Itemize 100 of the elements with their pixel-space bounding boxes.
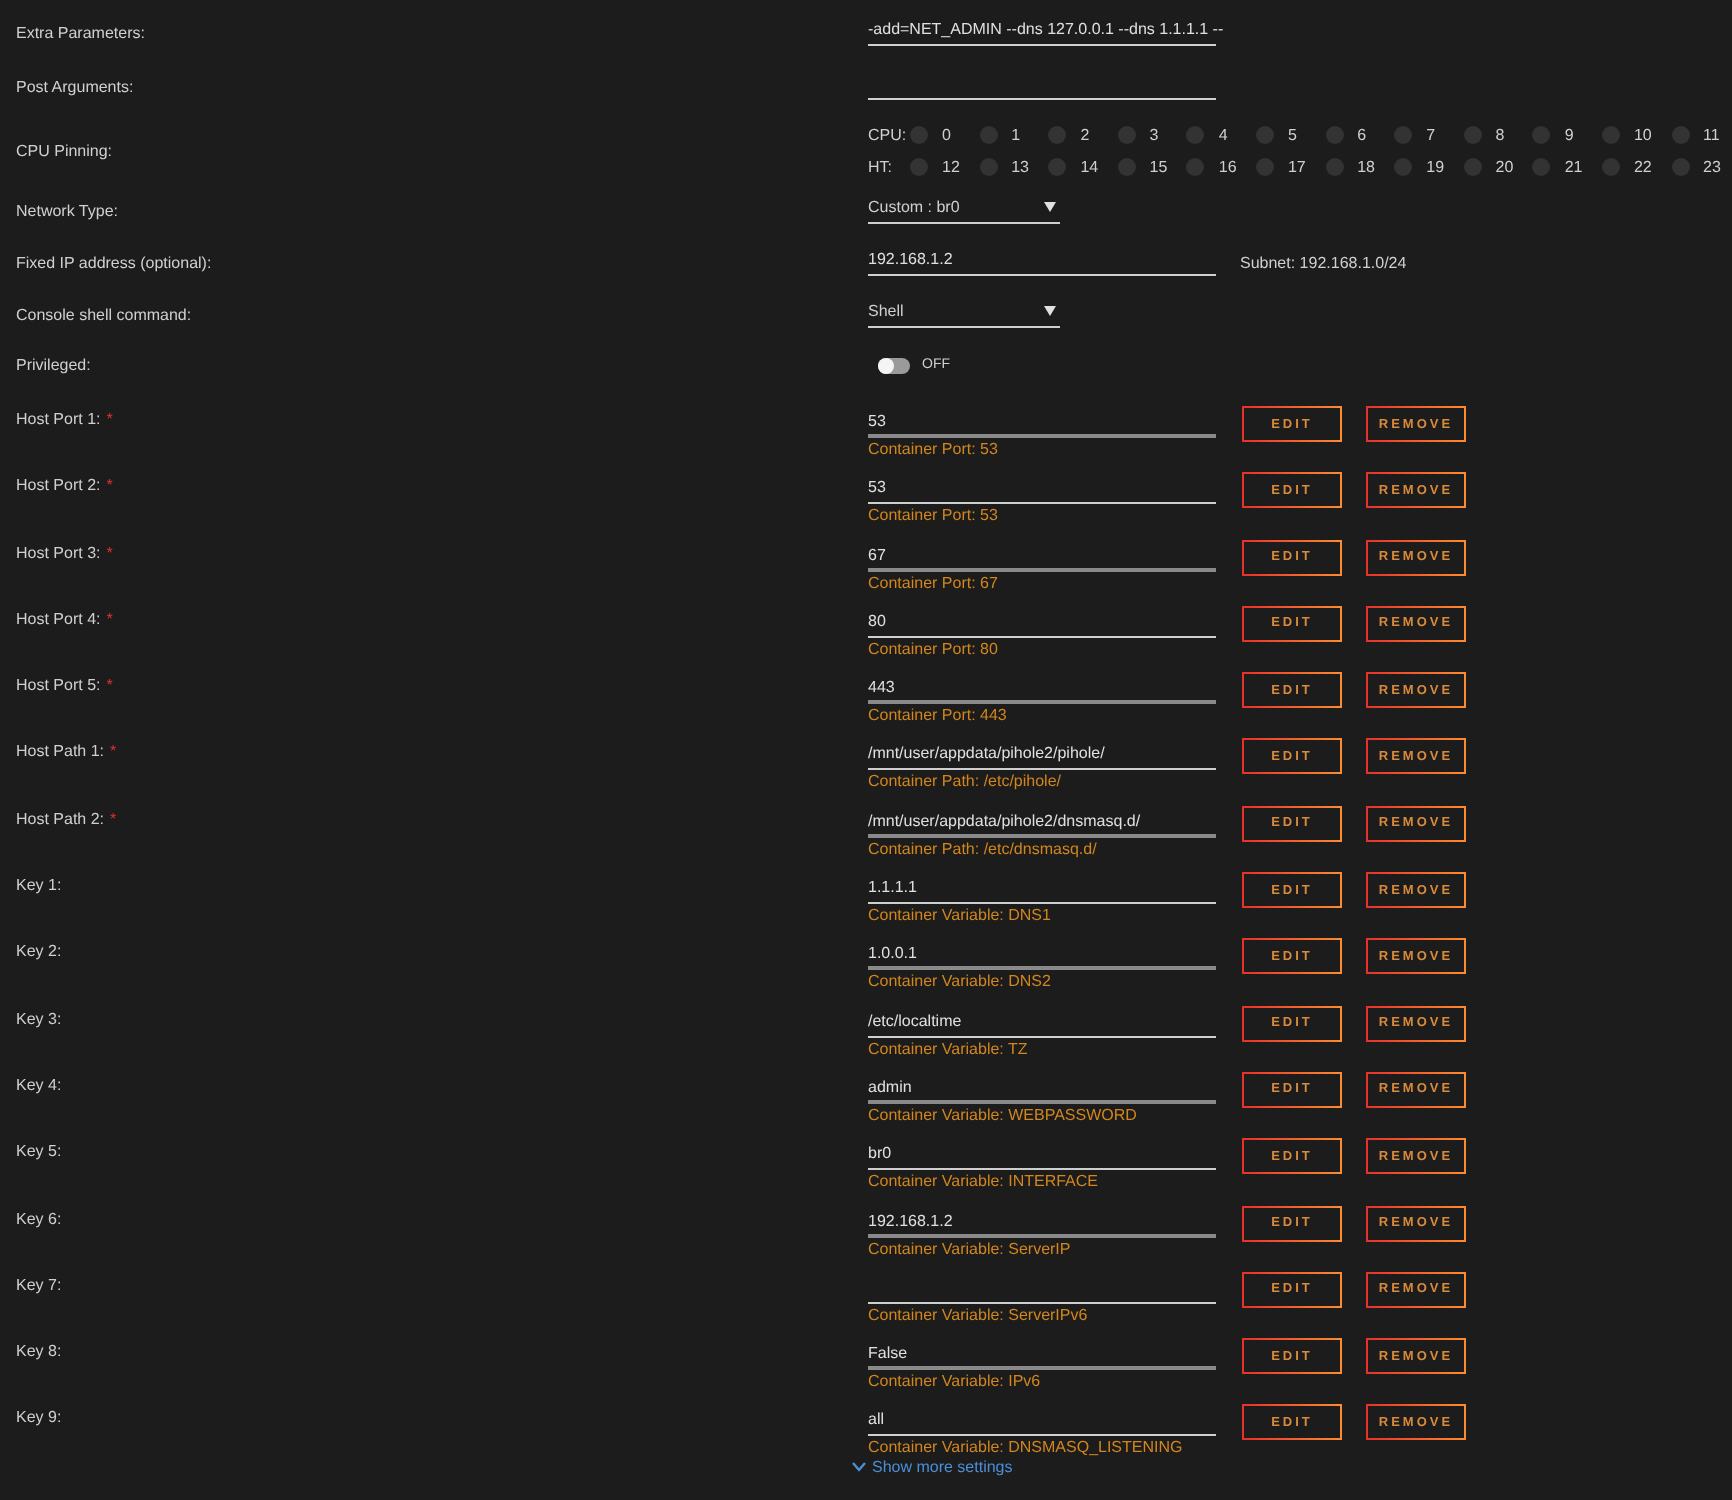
core-checkbox[interactable] [1394,125,1413,143]
text-field[interactable]: 1.1.1.1 [868,878,1216,905]
core-number: 19 [1426,157,1445,175]
core-number: 6 [1357,125,1367,143]
field-label: Fixed IP address (optional): [16,254,214,272]
core-number: 5 [1287,125,1297,143]
text-field[interactable]: 67 [868,545,1216,572]
text-field[interactable]: 443 [868,678,1216,705]
text-field[interactable]: 80 [868,611,1216,638]
field-description: Container Variable: WEBPASSWORD [868,1105,1139,1124]
core-checkbox[interactable] [1601,157,1620,175]
core-number: 20 [1495,157,1514,175]
subnet-note: Subnet: 192.168.1.0/24 [1240,254,1407,272]
field-label: Network Type: [16,202,120,220]
field-description: Container Variable: DNS2 [868,972,1053,991]
field-description: Container Variable: ServerIP [868,1239,1073,1258]
core-number: 11 [1703,125,1720,143]
field-description: Container Port: 53 [868,440,1000,458]
core-number: 17 [1287,157,1306,175]
field-description: Container Variable: DNS1 [868,906,1053,925]
chevron-down-icon [852,1461,866,1472]
core-checkbox[interactable] [1325,157,1344,175]
core-checkbox[interactable] [1394,157,1413,175]
field-label: Extra Parameters: [16,24,147,42]
toggle-switch[interactable] [878,357,910,373]
text-field[interactable]: 53 [868,412,1216,438]
field-label: Host Port 4: * [16,607,115,632]
field-description: Container Port: 443 [868,706,1009,725]
core-checkbox[interactable] [1463,157,1482,175]
text-field[interactable]: br0 [868,1144,1216,1171]
core-checkbox[interactable] [1532,157,1551,175]
core-checkbox[interactable] [1532,125,1551,143]
text-field[interactable]: /mnt/user/appdata/pihole2/pihole/ [868,744,1216,771]
core-checkbox[interactable] [979,157,998,175]
field-description: Container Variable: IPv6 [868,1372,1043,1391]
core-number: 4 [1218,125,1228,143]
field-label: Host Port 5: * [16,674,115,699]
core-checkbox[interactable] [1255,157,1274,175]
field-label: Key 8: [16,1340,64,1365]
core-checkbox[interactable] [1671,125,1690,143]
field-label: Console shell command: [16,306,194,324]
field-label: Key 5: [16,1140,64,1165]
core-number: 13 [1011,157,1029,175]
field-description: Container Path: /etc/pihole/ [868,772,1064,791]
core-number: 3 [1149,125,1159,143]
field-label: Host Path 2: * [16,807,119,832]
text-field[interactable]: /etc/localtime [868,1011,1216,1038]
field-label: Privileged: [16,356,93,374]
text-field[interactable]: 192.168.1.2 [868,250,1216,276]
core-checkbox[interactable] [1601,125,1620,143]
dropdown[interactable]: Custom : br0 [868,198,1060,224]
core-checkbox[interactable] [1048,125,1067,143]
core-checkbox[interactable] [910,125,928,143]
text-field[interactable]: all [868,1410,1216,1437]
core-checkbox[interactable] [910,157,928,175]
field-description: Container Port: 67 [868,573,1000,592]
field-label: Key 4: [16,1073,64,1098]
core-checkbox[interactable] [1186,157,1205,175]
text-field[interactable]: /mnt/user/appdata/pihole2/dnsmasq.d/ [868,811,1216,838]
caret-icon [1044,202,1056,212]
text-field[interactable]: admin [868,1077,1216,1104]
field-label: Host Port 3: * [16,541,115,566]
core-number: 0 [942,125,951,143]
core-checkbox[interactable] [1325,125,1344,143]
core-number: 16 [1218,157,1237,175]
field-label: Key 7: [16,1273,64,1298]
core-number: 1 [1011,125,1021,143]
caret-icon [1044,306,1056,316]
text-field[interactable]: 192.168.1.2 [868,1211,1216,1238]
core-number: 12 [942,157,960,175]
text-field[interactable]: False [868,1344,1216,1371]
core-checkbox[interactable] [979,125,998,143]
core-checkbox[interactable] [1255,125,1274,143]
field-label: Key 3: [16,1007,64,1032]
core-checkbox[interactable] [1117,157,1136,175]
field-label: Key 1: [16,874,64,899]
core-number: 7 [1426,125,1436,143]
core-checkbox[interactable] [1117,125,1136,143]
core-number: 15 [1149,157,1168,175]
core-number: 8 [1495,125,1505,143]
core-checkbox[interactable] [1463,125,1482,143]
core-checkbox[interactable] [1671,157,1690,175]
core-number: 9 [1564,125,1574,143]
dropdown[interactable]: Shell [868,302,1060,328]
text-field[interactable]: 53 [868,478,1216,505]
core-checkbox[interactable] [1186,125,1205,143]
core-number: 23 [1703,157,1721,175]
field-label: Key 2: [16,940,64,965]
show-more-link[interactable]: Show more settings [852,1457,1732,1476]
field-label: Post Arguments: [16,78,136,96]
core-number: 2 [1080,125,1090,143]
core-number: 21 [1564,157,1583,175]
text-field[interactable]: 1.0.0.1 [868,944,1216,971]
core-number: 18 [1357,157,1375,175]
core-number: 14 [1080,157,1099,175]
field-description: Container Variable: ServerIPv6 [868,1305,1090,1324]
field-description: Container Port: 80 [868,639,1000,658]
field-label: Host Port 2: * [16,474,115,499]
core-checkbox[interactable] [1048,157,1067,175]
cpu-row-label: HT: [868,157,894,175]
